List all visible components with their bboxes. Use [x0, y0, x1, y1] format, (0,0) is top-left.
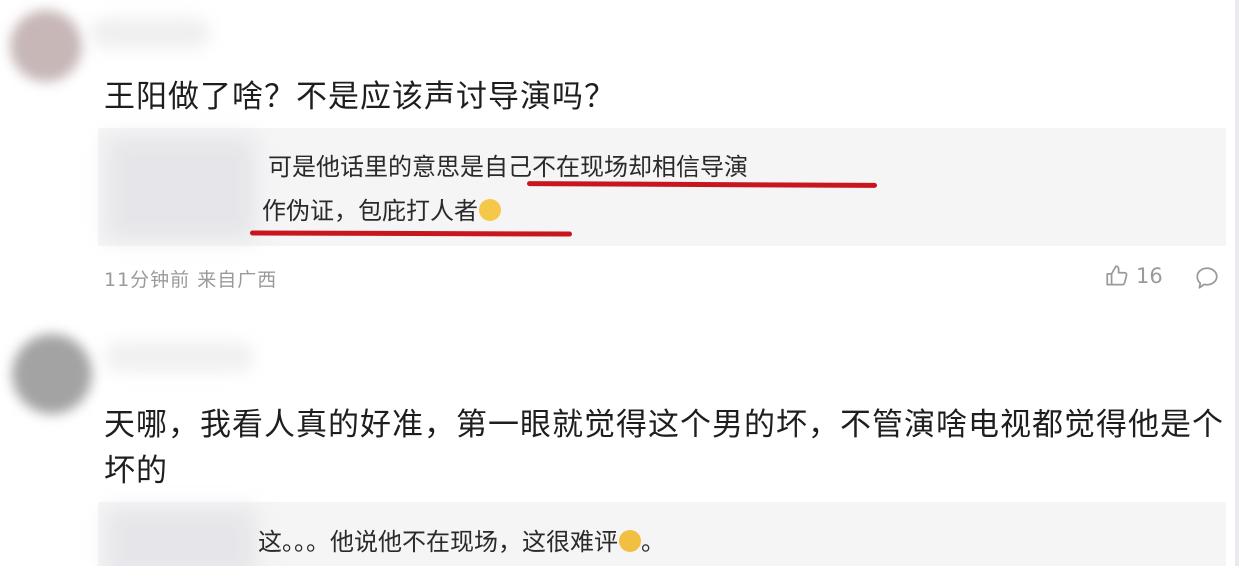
avatar[interactable]	[10, 10, 82, 82]
reply-line-2-highlight: 作伪证，包庇打人者	[262, 197, 478, 225]
scrollbar-track[interactable]	[1235, 0, 1239, 566]
smile-emoji-icon	[479, 199, 501, 221]
reply-line-1-prefix: 可是他话里的意思是	[268, 153, 484, 181]
reply-line-1: 可是他话里的意思是自己不在现场却相信导演	[268, 152, 748, 182]
comment-source: 来自广西	[197, 269, 278, 291]
reply-avatar-blur	[106, 508, 256, 566]
comment-text: 天哪，我看人真的好准，第一眼就觉得这个男的坏，不管演啥电视都觉得他是个坏的	[104, 407, 1224, 489]
comment-text: 王阳做了啥？不是应该声讨导演吗？	[104, 79, 616, 115]
reply-preview[interactable]	[98, 128, 1226, 246]
reply-text-end: 。	[641, 528, 665, 556]
comment-feed: 王阳做了啥？不是应该声讨导演吗？ 可是他话里的意思是自己不在现场却相信导演 作伪…	[0, 0, 1239, 566]
laugh-emoji-icon	[619, 530, 641, 552]
like-button[interactable]: 16	[1104, 263, 1163, 289]
like-count: 16	[1136, 264, 1163, 288]
comment-time: 11分钟前	[104, 269, 191, 291]
reply-line-1: 这。。。他说他不在现场，这很难评。	[258, 527, 665, 557]
reply-line-1-highlight: 自己不在现场却相信导演	[484, 153, 748, 181]
thumbs-up-icon	[1106, 265, 1128, 286]
username[interactable]	[104, 342, 254, 372]
comment-bubble-icon[interactable]	[1194, 265, 1220, 291]
reply-text: 这。。。他说他不在现场，这很难评	[258, 528, 618, 556]
comment-meta: 11分钟前 来自广西	[104, 265, 277, 292]
avatar[interactable]	[12, 334, 92, 414]
reply-line-2: 作伪证，包庇打人者	[262, 196, 501, 226]
username[interactable]	[90, 18, 210, 48]
reply-avatar-blur	[106, 136, 256, 240]
